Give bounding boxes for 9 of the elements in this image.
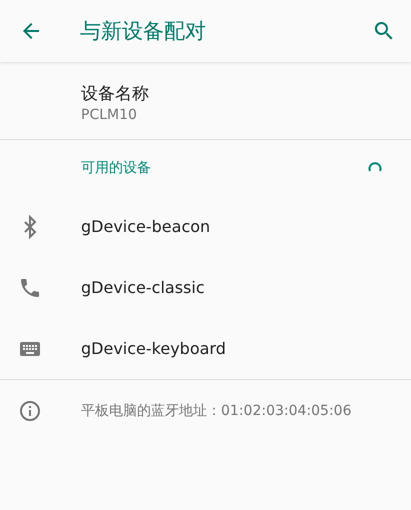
section-heading: 可用的设备	[81, 159, 152, 177]
info-icon	[18, 399, 42, 423]
page-title: 与新设备配对	[80, 18, 207, 45]
device-name-value: PCLM10	[81, 107, 138, 123]
device-item[interactable]: gDevice-keyboard	[0, 318, 411, 379]
device-name-label: 设备名称	[81, 83, 150, 105]
device-item[interactable]: gDevice-beacon	[0, 196, 411, 257]
bluetooth-address-text: 平板电脑的蓝牙地址：01:02:03:04:05:06	[81, 402, 352, 420]
device-item[interactable]: gDevice-classic	[0, 257, 411, 318]
